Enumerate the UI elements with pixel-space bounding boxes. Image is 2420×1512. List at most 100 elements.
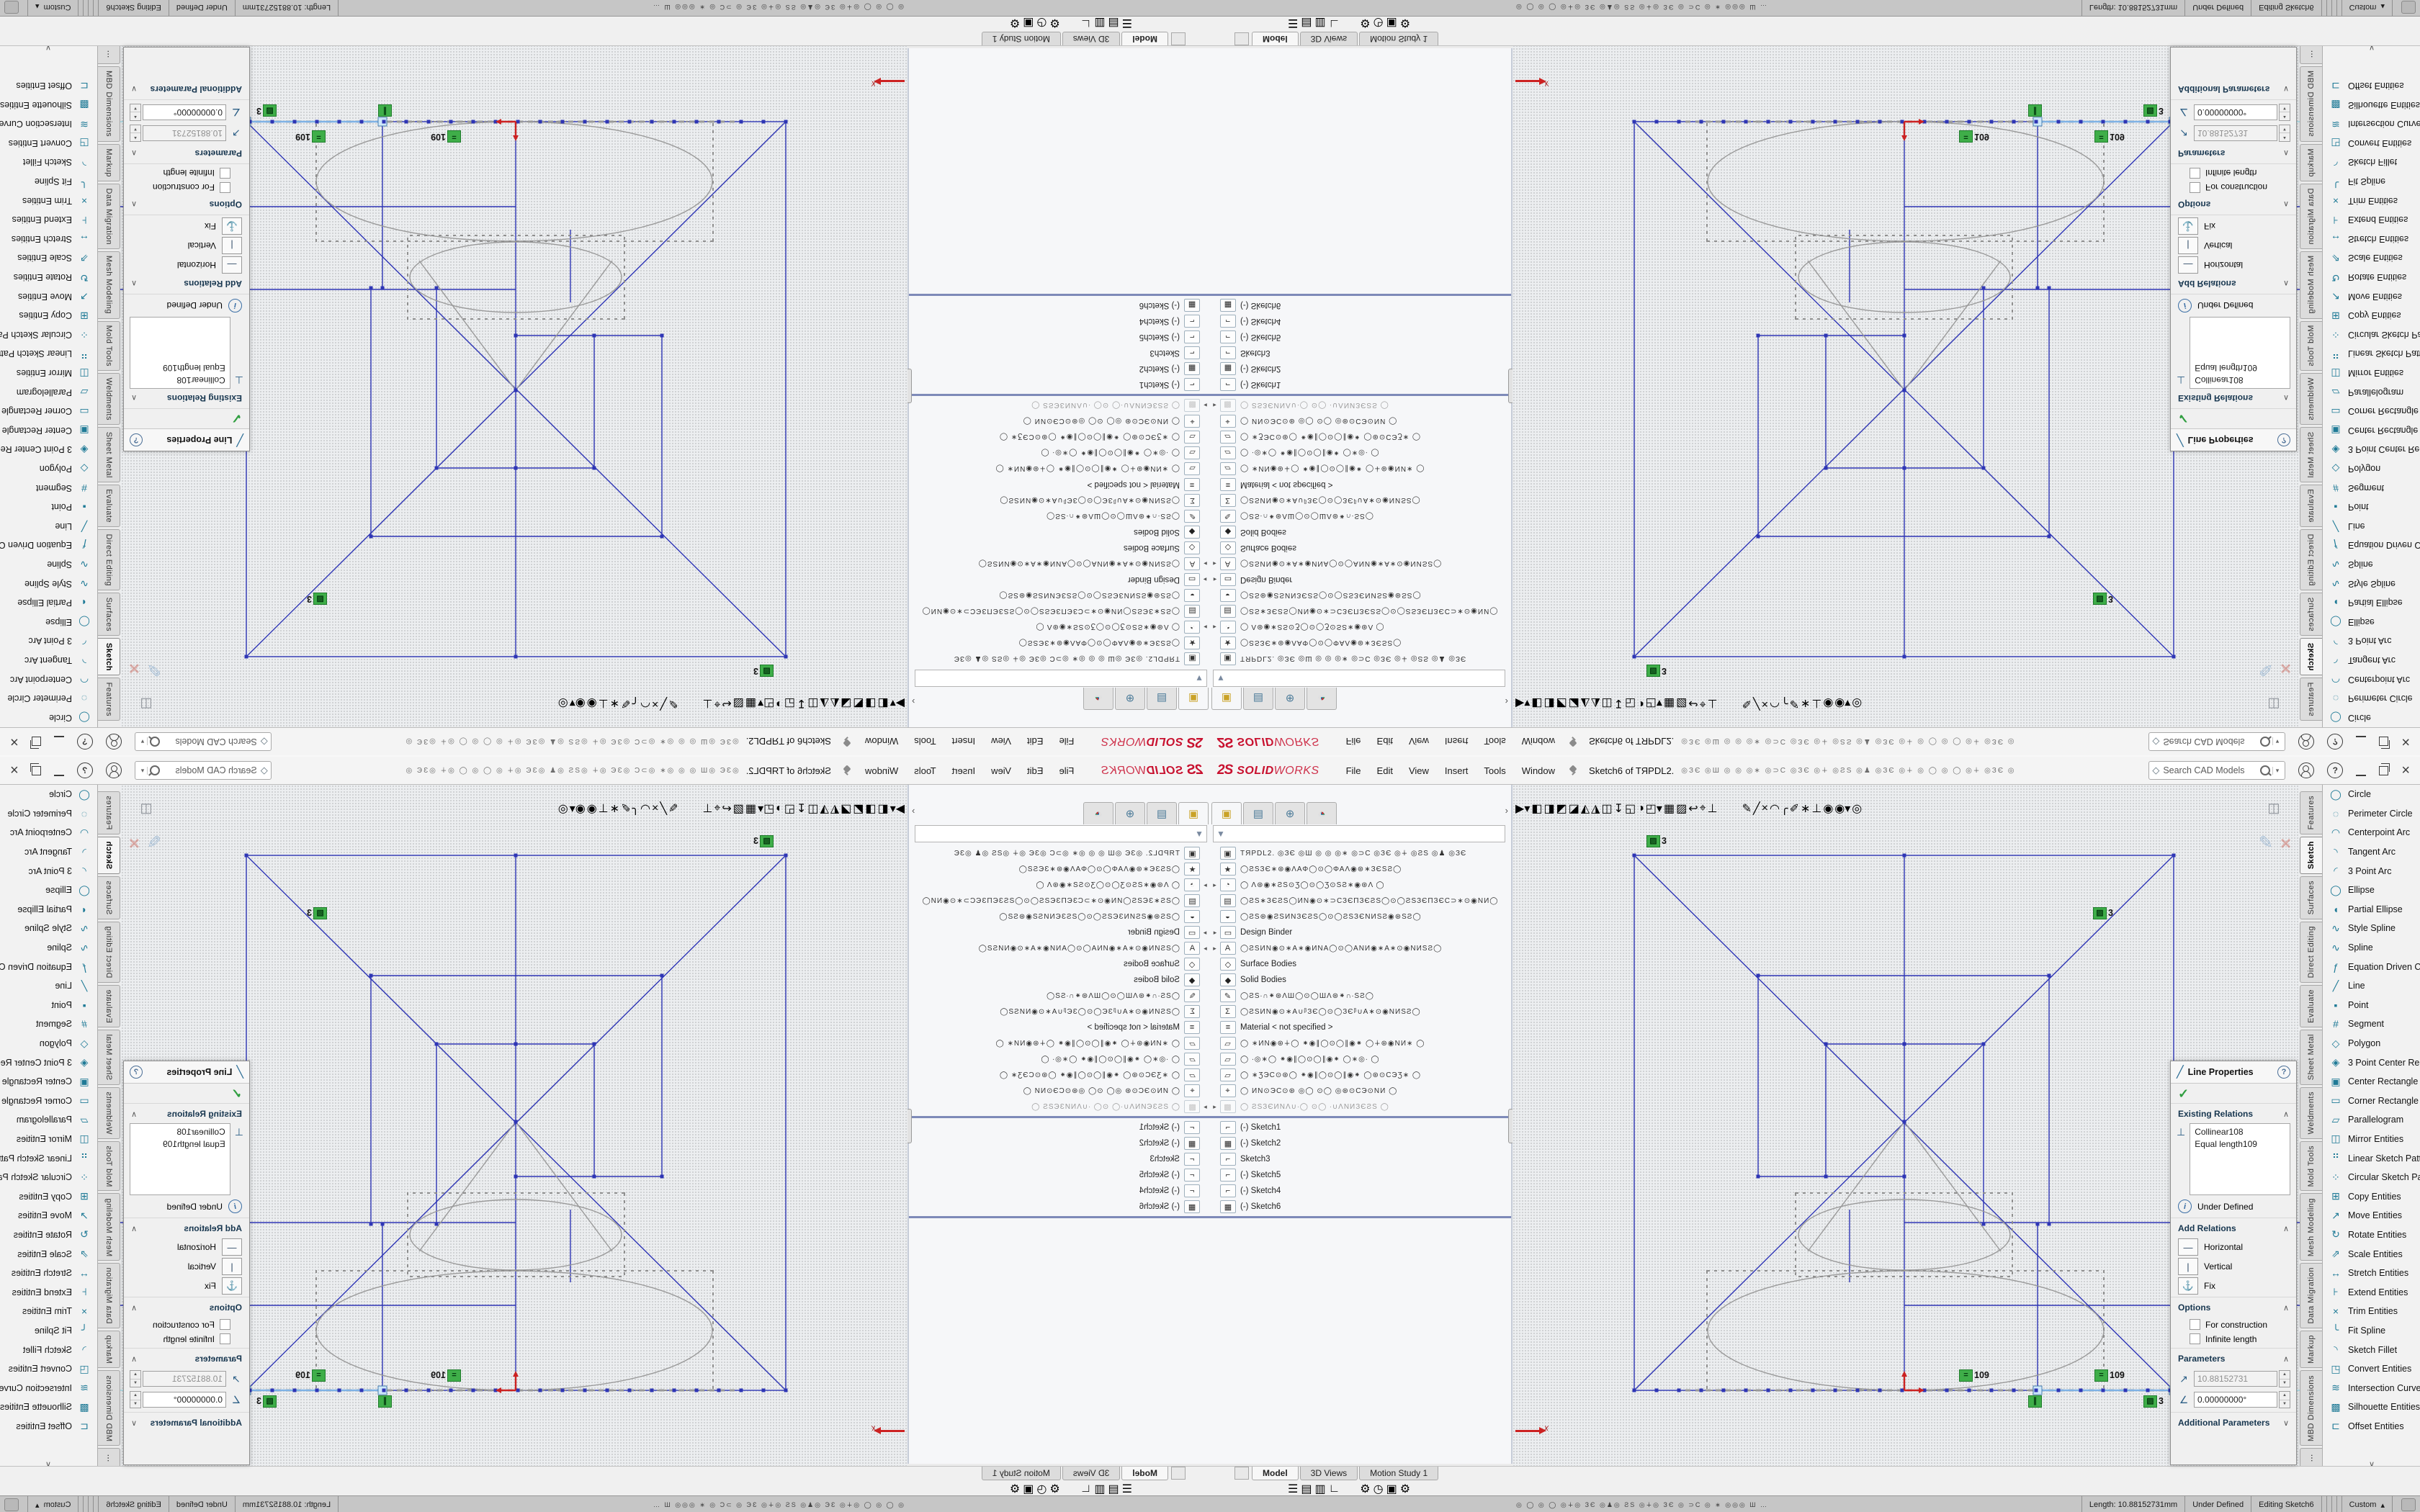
- relation-badge[interactable]: ▨ 3: [753, 665, 774, 677]
- tool-list-item[interactable]: ↗ Move Entities: [2323, 287, 2420, 306]
- spinner[interactable]: ▲▼: [2279, 125, 2290, 142]
- search-dropdown-icon[interactable]: ▾: [138, 767, 148, 775]
- tool-list-item[interactable]: ⇗ Scale Entities: [0, 248, 97, 268]
- bottom-toolbar-icon[interactable]: ⚙: [1049, 1482, 1059, 1496]
- tool-list-item[interactable]: ╱ Line: [2323, 516, 2420, 536]
- add-relation-button[interactable]: | Vertical: [131, 1258, 242, 1275]
- command-tab[interactable]: MBD Dimensions: [2300, 1370, 2322, 1446]
- collapse-icon[interactable]: ∨: [2283, 1418, 2289, 1428]
- menu-item[interactable]: Tools: [1476, 762, 1513, 779]
- command-tab[interactable]: ⋯: [98, 44, 120, 64]
- tool-list-item[interactable]: ▪ Point: [2323, 996, 2420, 1015]
- relation-badge[interactable]: = 109: [1959, 131, 1989, 143]
- tree-filter-box[interactable]: ▼: [1213, 670, 1505, 687]
- command-tab[interactable]: Mesh Modeling: [2300, 1193, 2322, 1261]
- expander-icon[interactable]: ▸: [1210, 560, 1220, 568]
- search-input[interactable]: Search CAD Models: [162, 765, 256, 775]
- search-input[interactable]: Search CAD Models: [162, 737, 256, 747]
- expander-icon[interactable]: ▸: [1210, 576, 1220, 584]
- spinner[interactable]: ▲▼: [2279, 1391, 2290, 1408]
- menu-item[interactable]: Window: [857, 734, 906, 750]
- tool-list-item[interactable]: ▭ Corner Rectangle: [2323, 402, 2420, 421]
- menu-item[interactable]: Insert: [1437, 734, 1476, 750]
- tool-list-item[interactable]: ▣ Center Rectangle: [2323, 1072, 2420, 1092]
- minimize-button[interactable]: [2356, 765, 2366, 776]
- collapse-icon[interactable]: ∧: [131, 1110, 137, 1119]
- sheet-tab[interactable]: 3D Views: [1062, 32, 1120, 45]
- tool-list-item[interactable]: # Segment: [2323, 1014, 2420, 1034]
- expander-icon[interactable]: ▸: [1210, 402, 1220, 410]
- tool-list-item[interactable]: ◯ Ellipse: [0, 612, 97, 631]
- tree-item[interactable]: ▱ ◯ ∗ƷЭС⊙⊛◯ ⁕◉∥◯⊙◯∥◉⁕ ◯⊛⊙СЭƷ∗ ◯: [908, 1067, 1210, 1083]
- feature-manager-tab[interactable]: ▣: [1211, 802, 1242, 824]
- command-tab[interactable]: Surfaces: [98, 876, 120, 919]
- tree-item[interactable]: ⌐ (-) Sketch5: [1210, 329, 1512, 345]
- tree-item[interactable]: ⌐ (-) Sketch5: [908, 329, 1210, 345]
- ok-check-icon[interactable]: ✓: [2178, 410, 2296, 426]
- command-tab[interactable]: Sketch: [2300, 837, 2322, 874]
- search-box[interactable]: ◇ Search CAD Models ▾: [2148, 761, 2285, 780]
- add-relation-button[interactable]: — Horizontal: [131, 256, 242, 274]
- tree-item[interactable]: ◒ ◯ƧЅ⊛◉ƧЅИΝЗЄƧЅ◯⊙◯ƧЅЗЄΝИЅƧ◉⊛ЅƧ◯: [908, 909, 1210, 924]
- tree-item[interactable]: ▱ ◯ ∗ИΝ◉⊛∔◯ ⁕◉∥◯⊙◯∥◉⁕ ◯∔⊛◉ΝИ∗ ◯: [1210, 461, 1512, 477]
- command-tab[interactable]: Markup: [98, 144, 120, 181]
- tool-list-item[interactable]: ◜ 3 Point Arc: [2323, 861, 2420, 881]
- tool-list-item[interactable]: ≋ Intersection Curve: [0, 114, 97, 134]
- bottom-toolbar-icon[interactable]: ⚙: [1010, 1482, 1020, 1496]
- tool-list-item[interactable]: ⁘ Circular Sketch Pattern: [0, 1168, 97, 1187]
- tree-item[interactable]: ▸ ◔ ◯ Λ⊛◉∗ƧЅ⊙Ʒ◯⊙◯Ʒ⊙ЅƧ∗◉⊛Λ ◯: [908, 619, 1210, 635]
- feature-manager-tab[interactable]: ◔: [1307, 802, 1337, 824]
- sheet-tab[interactable]: 3D Views: [1062, 1467, 1120, 1480]
- tree-item[interactable]: ▸ ◔ ◯ Λ⊛◉∗ƧЅ⊙Ʒ◯⊙◯Ʒ⊙ЅƧ∗◉⊛Λ ◯: [908, 877, 1210, 893]
- bottom-toolbar-icon[interactable]: ▥: [1094, 1482, 1105, 1496]
- tool-list-item[interactable]: ◠ Centerpoint Arc: [2323, 823, 2420, 842]
- tool-list-item[interactable]: ⊦ Extend Entities: [2323, 210, 2420, 230]
- tree-item[interactable]: ⌐ (-) Sketch4: [1210, 313, 1512, 329]
- tool-list-item[interactable]: ╰ Fit Spline: [2323, 172, 2420, 192]
- tree-item[interactable]: ✎ ◯ƧЅ∙∩⁕⊛ΛШ◯⊙◯ШΛ⊛⁕∩∙ЅƧ◯: [1210, 988, 1512, 1004]
- help-icon[interactable]: ?: [2327, 734, 2343, 750]
- tree-item[interactable]: ▱ ◯ ∗ИΝ◉⊛∔◯ ⁕◉∥◯⊙◯∥◉⁕ ◯∔⊛◉ΝИ∗ ◯: [1210, 1035, 1512, 1051]
- tool-list-item[interactable]: ◫ Mirror Entities: [0, 364, 97, 383]
- tool-list-item[interactable]: ◜ 3 Point Arc: [0, 861, 97, 881]
- account-icon[interactable]: [2298, 762, 2314, 778]
- close-button[interactable]: ×: [2401, 765, 2410, 775]
- command-tab[interactable]: Mesh Modeling: [98, 1193, 120, 1261]
- tool-list-item[interactable]: ◈ 3 Point Center Recta...: [0, 440, 97, 459]
- search-icon[interactable]: [2260, 737, 2270, 747]
- menu-item[interactable]: Window: [1514, 762, 1563, 779]
- menu-item[interactable]: Edit: [1019, 762, 1051, 779]
- tree-item[interactable]: ▣ TЯPDL2. ◎ЗЄ ◎Ш ◎ ◎ ◎∗ ◎⊃С ◎ЗЄ ◎∔ ◎ƧЅ ◎…: [1210, 651, 1512, 667]
- command-tab[interactable]: Evaluate: [98, 485, 120, 527]
- tool-list-item[interactable]: ↻ Rotate Entities: [0, 1225, 97, 1245]
- tool-list-item[interactable]: ◳ Convert Entities: [0, 134, 97, 153]
- tree-filter-box[interactable]: ▼: [1213, 825, 1505, 842]
- command-tab[interactable]: Evaluate: [2300, 485, 2322, 527]
- tree-item[interactable]: ≡ Material < not specified >: [908, 477, 1210, 492]
- expander-icon[interactable]: ▸: [1200, 402, 1210, 410]
- help-icon[interactable]: ?: [77, 734, 93, 750]
- bottom-toolbar-icon[interactable]: ⚙: [1360, 1482, 1370, 1496]
- relation-entry[interactable]: Equal length109: [135, 1138, 225, 1151]
- command-tab[interactable]: Data Migration: [2300, 1263, 2322, 1328]
- section-existing-relations[interactable]: Existing Relations ∧: [124, 1103, 249, 1122]
- relations-listbox[interactable]: Collinear108Equal length109: [130, 317, 230, 389]
- tool-list-item[interactable]: ▱ Parallelogram: [0, 1110, 97, 1130]
- tree-item[interactable]: ▣ TЯPDL2. ◎ЗЄ ◎Ш ◎ ◎ ◎∗ ◎⊃С ◎ЗЄ ◎∔ ◎ƧЅ ◎…: [1210, 845, 1512, 861]
- section-add-relations[interactable]: Add Relations ∧: [2171, 1218, 2296, 1236]
- checkbox[interactable]: [2190, 182, 2200, 193]
- tree-item[interactable]: ◒ ◯ƧЅ⊛◉ƧЅИΝЗЄƧЅ◯⊙◯ƧЅЗЄΝИЅƧ◉⊛ЅƧ◯: [908, 588, 1210, 603]
- menu-item[interactable]: File: [1051, 734, 1082, 750]
- tree-item[interactable]: ◇ Surface Bodies: [1210, 540, 1512, 556]
- command-tab[interactable]: ⋯: [98, 1448, 120, 1468]
- spinner[interactable]: ▲▼: [130, 1391, 141, 1408]
- tool-list-item[interactable]: ƒ Equation Driven Curve: [0, 957, 97, 976]
- menu-item[interactable]: Edit: [1369, 762, 1401, 779]
- tree-item[interactable]: ▸ ▭ Design Binder: [1210, 572, 1512, 588]
- tree-item[interactable]: ▸ ▭ Design Binder: [908, 924, 1210, 940]
- relation-badge[interactable]: ∥: [377, 105, 392, 117]
- relation-badge[interactable]: = 109: [431, 131, 461, 143]
- tool-list-item[interactable]: ◯ Circle: [0, 708, 97, 727]
- tree-item[interactable]: ◇ Surface Bodies: [908, 956, 1210, 972]
- rollback-bar[interactable]: [908, 394, 1210, 396]
